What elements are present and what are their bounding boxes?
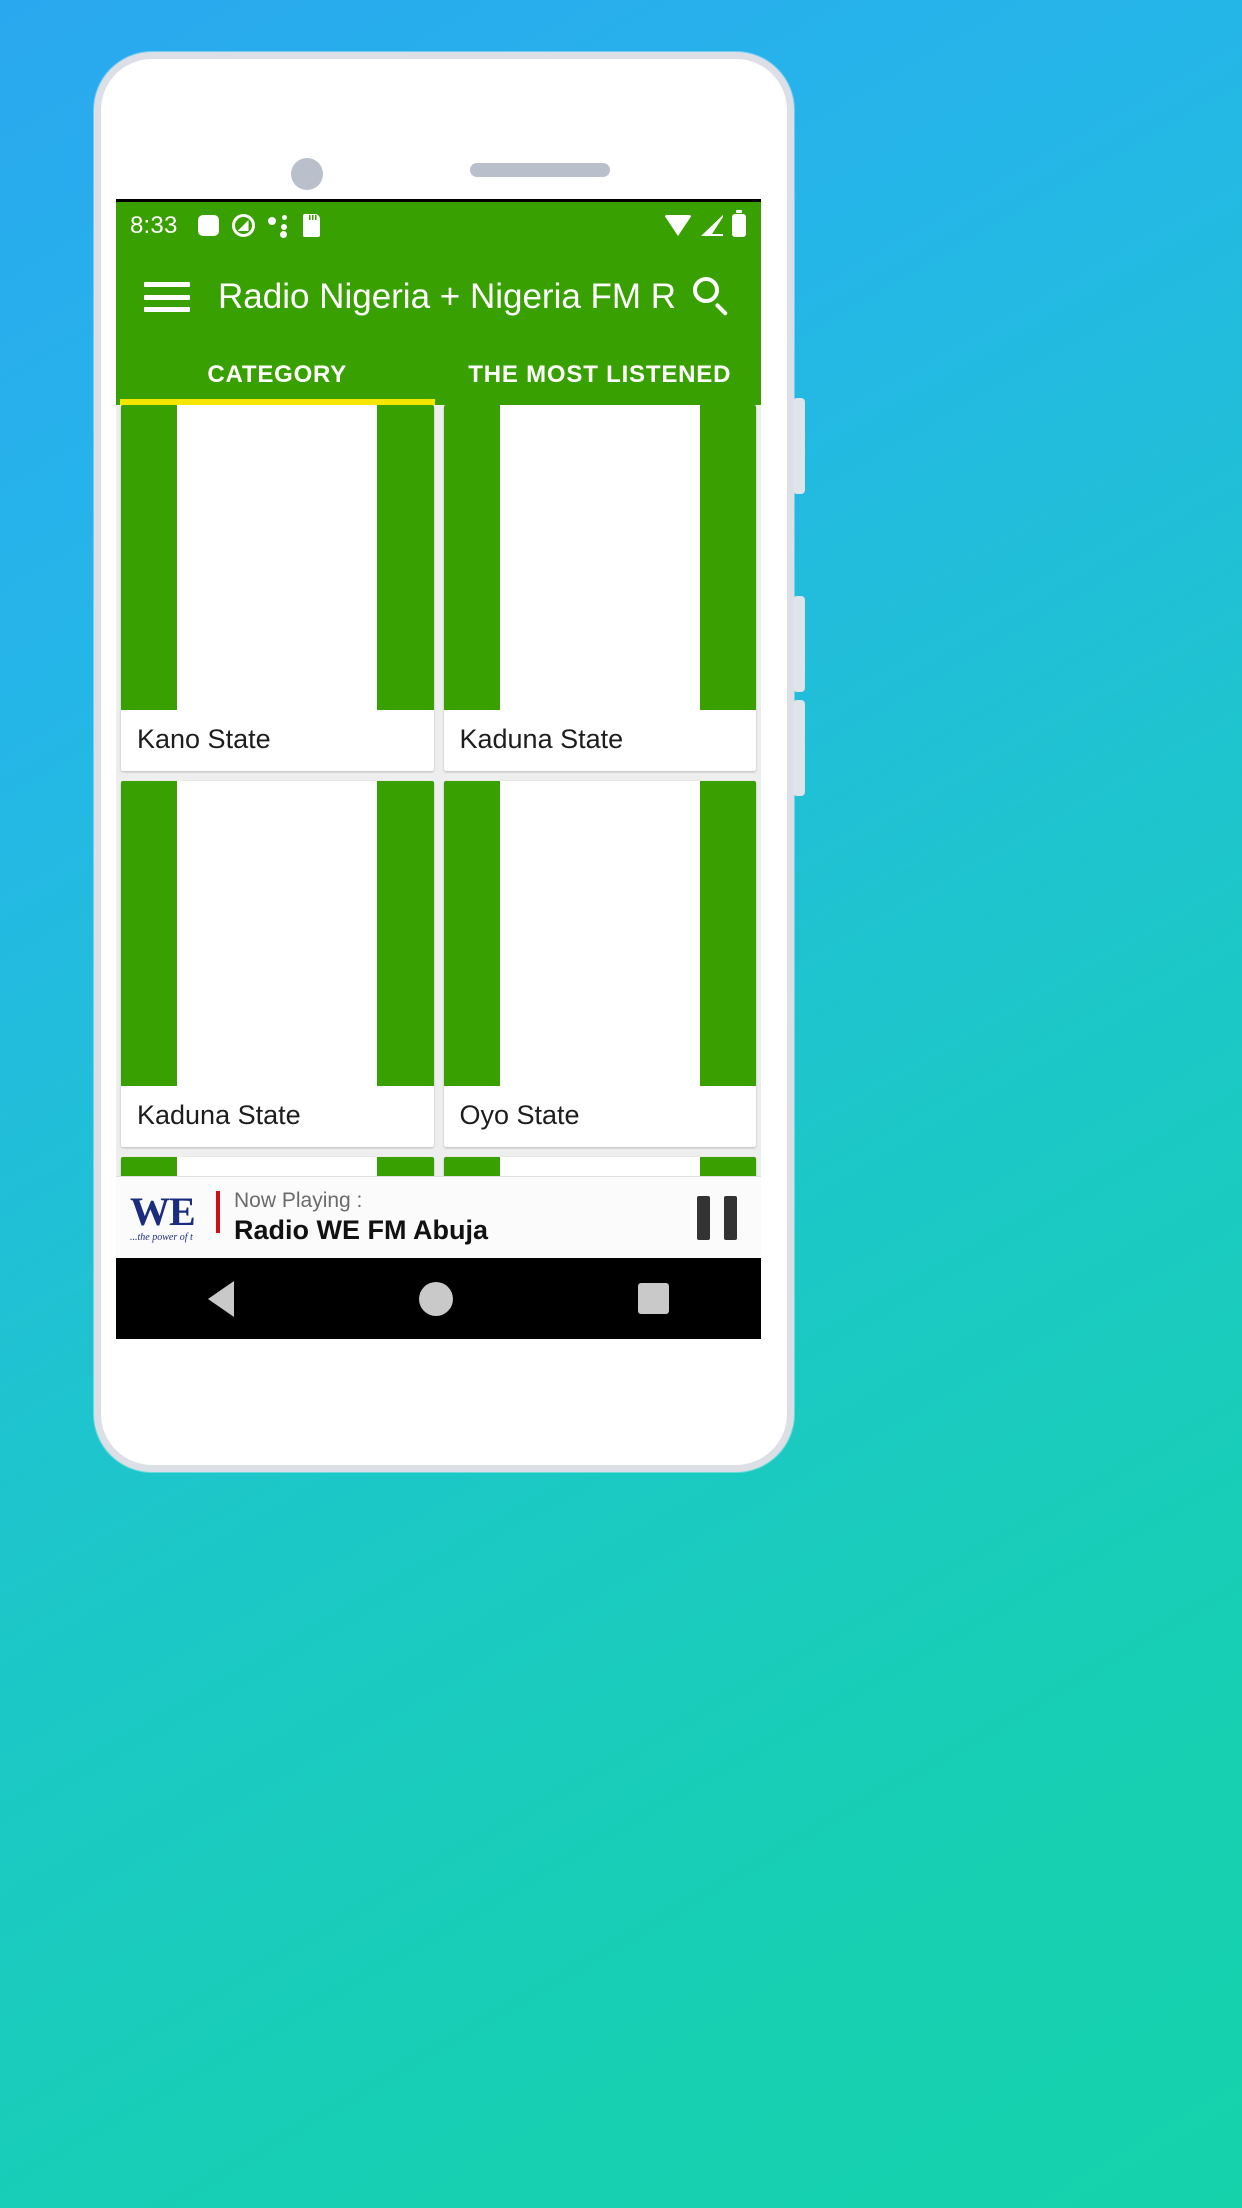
app-bar: Radio Nigeria + Nigeria FM R...	[116, 249, 761, 345]
category-grid-container[interactable]: Kano State Kaduna State Kaduna State Oyo…	[116, 405, 761, 1196]
tab-category-label: CATEGORY	[207, 361, 348, 388]
category-card[interactable]: Kaduna State	[121, 781, 434, 1147]
front-camera	[291, 158, 323, 190]
search-icon[interactable]	[689, 274, 735, 320]
status-bar-system-icons	[664, 210, 746, 237]
status-bar-clock: 8:33	[130, 211, 178, 239]
station-logo: WE ...the power of t	[130, 1189, 222, 1247]
tab-the-most-listened-label: THE MOST LISTENED	[468, 361, 732, 388]
station-logo-accent	[216, 1190, 220, 1233]
wifi-icon	[664, 215, 692, 236]
category-card-label: Kaduna State	[459, 724, 624, 754]
hamburger-menu-icon[interactable]	[144, 277, 190, 317]
category-card[interactable]: Kaduna State	[443, 405, 756, 771]
status-bar: 8:33	[116, 202, 761, 249]
category-card-image	[121, 781, 434, 1086]
now-playing-bar[interactable]: WE ...the power of t Now Playing : Radio…	[116, 1176, 761, 1258]
station-logo-subtitle: ...the power of t	[130, 1231, 193, 1243]
phone-screen: 8:33 Radio Nigeria + Nigeria FM R... CAT…	[116, 199, 761, 1339]
category-card-label: Oyo State	[459, 1100, 580, 1130]
pause-icon[interactable]	[697, 1195, 737, 1240]
sd-card-icon	[302, 214, 320, 237]
battery-icon	[732, 210, 746, 237]
tab-category[interactable]: CATEGORY	[116, 345, 439, 405]
phone-side-button-volume-down[interactable]	[793, 596, 805, 692]
now-playing-text: Now Playing : Radio WE FM Abuja	[234, 1188, 697, 1248]
now-playing-station-name: Radio WE FM Abuja	[234, 1214, 488, 1245]
category-card-label: Kaduna State	[137, 1100, 301, 1130]
android-navigation-bar	[116, 1258, 761, 1339]
category-grid: Kano State Kaduna State Kaduna State Oyo…	[121, 405, 756, 1196]
page-title: Radio Nigeria + Nigeria FM R...	[218, 277, 675, 316]
recents-square-icon[interactable]	[637, 1283, 669, 1314]
category-card-image	[121, 405, 434, 710]
category-card-image	[443, 405, 756, 710]
home-circle-icon[interactable]	[418, 1281, 453, 1316]
circle-slash-icon	[231, 214, 255, 237]
tab-bar: CATEGORY THE MOST LISTENED	[116, 345, 761, 405]
tab-the-most-listened[interactable]: THE MOST LISTENED	[439, 345, 762, 405]
status-bar-notification-icons	[197, 214, 320, 238]
phone-side-button-power[interactable]	[793, 700, 805, 796]
category-card[interactable]: Oyo State	[443, 781, 756, 1147]
dots-icon	[267, 214, 290, 238]
category-card-image	[443, 781, 756, 1086]
now-playing-label: Now Playing :	[234, 1188, 363, 1212]
category-card-label: Kano State	[137, 724, 271, 754]
category-card[interactable]: Kano State	[121, 405, 434, 771]
back-triangle-icon[interactable]	[208, 1280, 235, 1317]
station-logo-text: WE	[130, 1188, 196, 1234]
earpiece-speaker	[470, 163, 610, 177]
square-icon	[197, 215, 219, 236]
phone-side-button-volume-up[interactable]	[793, 398, 805, 494]
cell-signal-icon	[701, 215, 723, 236]
